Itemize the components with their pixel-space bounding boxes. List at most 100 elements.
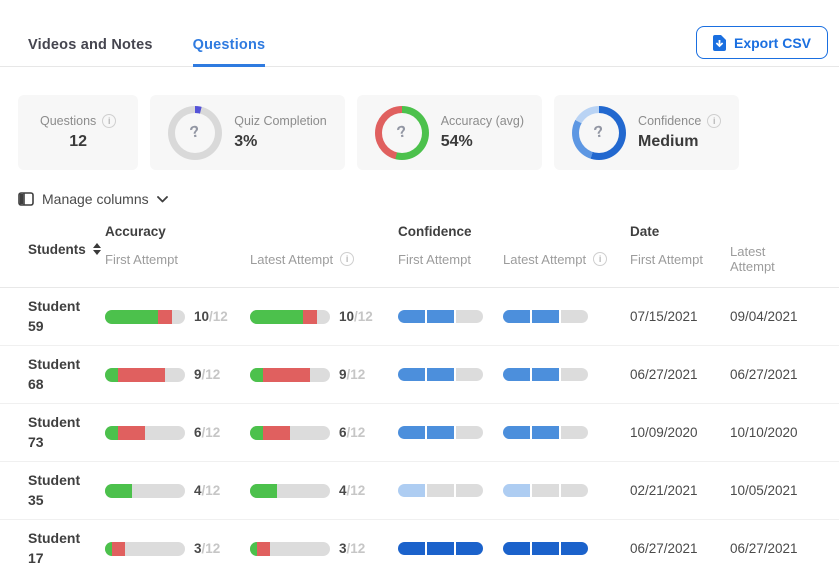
accuracy-bar [250, 425, 330, 440]
tab-bar: Videos and Notes Questions Export CSV [0, 0, 839, 67]
correct-segment [105, 541, 112, 556]
confidence-segment [456, 542, 483, 555]
table-row: Student 17 3/12 3/12 06/27/2021 06/27/2021 [0, 520, 839, 570]
score: 3/12 [194, 541, 221, 556]
incorrect-segment [158, 309, 172, 324]
confidence-first-cell [398, 484, 503, 497]
confidence-latest-cell [503, 310, 630, 323]
tab-questions[interactable]: Questions [192, 37, 266, 67]
confidence-bar-low [503, 484, 588, 497]
confidence-bar-high [398, 542, 483, 555]
student-name: Student 35 [28, 471, 81, 508]
confidence-bar-medium [398, 426, 483, 439]
accuracy-first-cell: 3/12 [105, 541, 250, 556]
correct-segment [250, 483, 277, 498]
quiz-logo-icon: ? [395, 122, 409, 142]
confidence-value: Medium [638, 133, 699, 150]
manage-columns-label: Manage columns [42, 191, 149, 207]
stat-label: Questions i [40, 114, 117, 128]
confidence-bar-high [503, 542, 588, 555]
table-body: Student 59 10/12 10/12 07/15/2021 09/04/2021… [0, 288, 839, 570]
quiz-completion-label: Quiz Completion [234, 114, 327, 128]
confidence-first-cell [398, 542, 503, 555]
score: 6/12 [194, 425, 221, 440]
confidence-latest-cell [503, 542, 630, 555]
confidence-segment [456, 310, 483, 323]
confidence-segment [561, 484, 588, 497]
info-icon[interactable]: i [593, 252, 608, 266]
score: 9/12 [339, 367, 366, 382]
table-header: Students Accuracy Confidence Date First … [0, 224, 839, 288]
student-name: Student 17 [28, 529, 81, 566]
date-first: 07/15/2021 [630, 309, 698, 324]
confidence-segment [456, 426, 483, 439]
first-attempt-label: First Attempt [105, 251, 178, 267]
latest-attempt-label: Latest Attempt [503, 251, 587, 267]
manage-columns-button[interactable]: Manage columns [0, 170, 168, 207]
confidence-segment [532, 542, 559, 555]
incorrect-segment [118, 425, 145, 440]
accuracy-first-cell: 4/12 [105, 483, 250, 498]
confidence-bar-medium [503, 426, 588, 439]
stat-card-quiz-completion: ? Quiz Completion 3% [150, 95, 345, 170]
info-icon[interactable]: i [707, 114, 722, 128]
score-total: /12 [201, 367, 221, 382]
score: 10/12 [339, 309, 373, 324]
accuracy-value: 54% [440, 133, 473, 150]
confidence-segment [398, 368, 425, 381]
accuracy-bar [105, 483, 185, 498]
columns-icon [18, 192, 34, 206]
date-first: 06/27/2021 [630, 367, 698, 382]
confidence-segment [398, 310, 425, 323]
export-file-icon [712, 34, 726, 51]
confidence-latest-attempt-header: Latest Attempt i [503, 244, 630, 274]
confidence-segment [456, 484, 483, 497]
score-total: /12 [346, 425, 366, 440]
sort-icon [92, 243, 101, 255]
accuracy-group-header: Accuracy [105, 224, 166, 239]
score-total: /12 [209, 309, 228, 324]
confidence-label-text: Confidence [638, 114, 702, 128]
confidence-bar-medium [503, 310, 588, 323]
first-attempt-label: First Attempt [398, 251, 471, 267]
accuracy-first-cell: 6/12 [105, 425, 250, 440]
stat-card-confidence: ? Confidence i Medium [554, 95, 740, 170]
confidence-segment [532, 310, 559, 323]
export-csv-button[interactable]: Export CSV [695, 26, 828, 59]
accuracy-bar [250, 309, 330, 324]
accuracy-bar [250, 483, 330, 498]
accuracy-latest-cell: 3/12 [250, 541, 398, 556]
confidence-segment [427, 426, 454, 439]
date-latest: 09/04/2021 [730, 309, 798, 324]
quiz-logo-icon: ? [188, 122, 202, 142]
confidence-bar-medium [398, 310, 483, 323]
students-sort-header[interactable]: Students [28, 242, 105, 257]
date-latest: 10/10/2020 [730, 425, 798, 440]
score: 6/12 [339, 425, 366, 440]
confidence-segment [427, 368, 454, 381]
confidence-latest-cell [503, 368, 630, 381]
date-first: 02/21/2021 [630, 483, 698, 498]
confidence-segment [561, 368, 588, 381]
accuracy-donut: ? [374, 105, 429, 160]
table-row: Student 35 4/12 4/12 02/21/2021 10/05/2021 [0, 462, 839, 520]
confidence-latest-cell [503, 426, 630, 439]
score: 4/12 [339, 483, 366, 498]
correct-segment [105, 309, 159, 324]
accuracy-first-attempt-header: First Attempt [105, 244, 250, 274]
tab-videos-and-notes[interactable]: Videos and Notes [28, 37, 153, 67]
incorrect-segment [118, 367, 165, 382]
info-icon[interactable]: i [340, 252, 355, 266]
confidence-latest-cell [503, 484, 630, 497]
confidence-segment [503, 542, 530, 555]
date-latest-attempt-header: Latest Attempt [730, 244, 811, 274]
confidence-donut: ? [572, 105, 627, 160]
info-icon[interactable]: i [102, 114, 117, 128]
confidence-segment [532, 426, 559, 439]
incorrect-segment [263, 367, 310, 382]
questions-value: 12 [69, 133, 88, 150]
confidence-group-header: Confidence [398, 224, 472, 239]
score-total: /12 [201, 425, 221, 440]
score-total: /12 [346, 367, 366, 382]
confidence-segment [503, 426, 530, 439]
